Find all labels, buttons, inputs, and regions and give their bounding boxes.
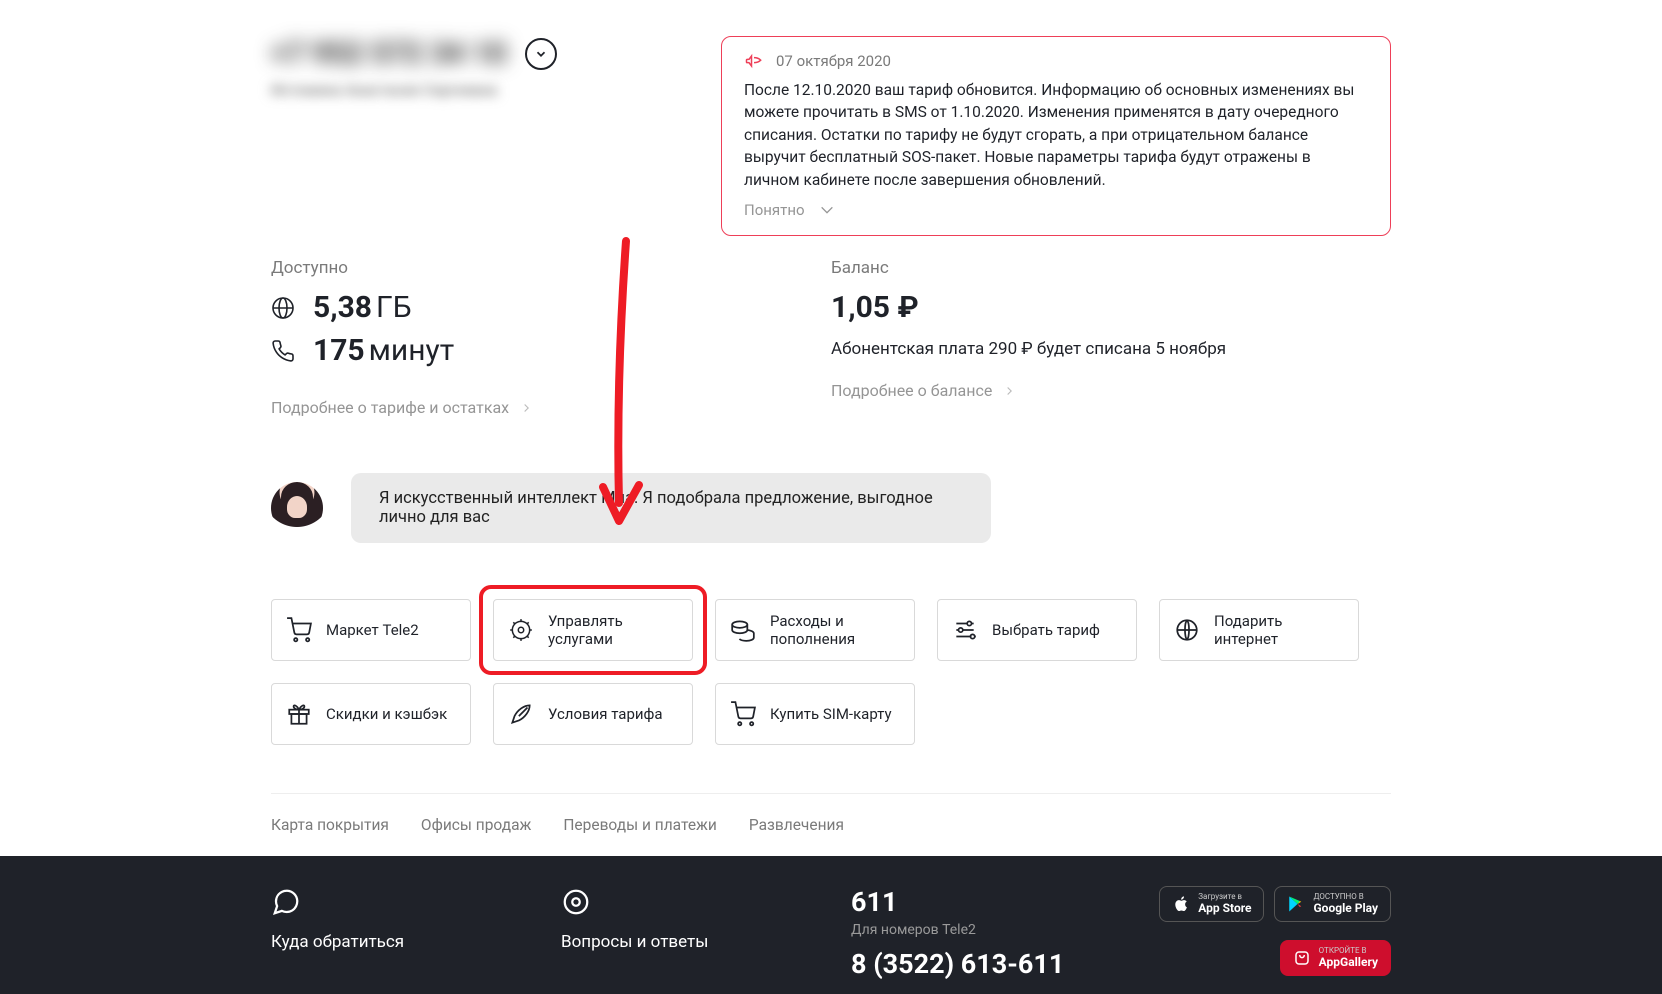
- tile-label: Расходы и пополнения: [770, 612, 900, 648]
- tile-choose-tariff[interactable]: Выбрать тариф: [937, 599, 1137, 661]
- available-label: Доступно: [271, 258, 751, 278]
- balance-fee: Абонентская плата 290 ₽ будет списана 5 …: [831, 339, 1391, 359]
- megaphone-icon: [744, 51, 764, 71]
- footer-link-coverage[interactable]: Карта покрытия: [271, 816, 389, 834]
- data-value: 5,38: [313, 290, 372, 325]
- chevron-down-icon: [819, 204, 835, 216]
- play-icon: [1287, 895, 1305, 913]
- cart-icon: [286, 617, 312, 643]
- wheel-icon: [508, 617, 534, 643]
- footer-link-offices[interactable]: Офисы продаж: [421, 816, 531, 834]
- footer-contact-title[interactable]: Куда обратиться: [271, 932, 541, 952]
- mia-message[interactable]: Я искусственный интеллект Миа. Я подобра…: [351, 473, 991, 543]
- chat-icon: [271, 887, 301, 917]
- gift-globe-icon: [1174, 617, 1200, 643]
- chevron-right-icon: [523, 401, 531, 415]
- appgallery-icon: [1293, 949, 1311, 967]
- balance-label: Баланс: [831, 258, 1391, 278]
- footer-link-fun[interactable]: Развлечения: [749, 816, 844, 834]
- coins-icon: [730, 617, 756, 643]
- cart-icon: [730, 701, 756, 727]
- tile-label: Подарить интернет: [1214, 612, 1344, 648]
- notice-ack-button[interactable]: Понятно: [744, 201, 1368, 219]
- sliders-icon: [952, 617, 978, 643]
- footer-short-number[interactable]: 611: [851, 886, 1121, 918]
- tile-gift-internet[interactable]: Подарить интернет: [1159, 599, 1359, 661]
- feather-icon: [508, 701, 534, 727]
- tariff-update-notice: 07 октября 2020 После 12.10.2020 ваш тар…: [721, 36, 1391, 236]
- phone-dropdown-toggle[interactable]: [525, 38, 557, 70]
- footer-long-number[interactable]: 8 (3522) 613-611: [851, 948, 1121, 980]
- appstore-badge[interactable]: Загрузите вApp Store: [1159, 886, 1264, 922]
- mia-avatar: [271, 482, 323, 534]
- tile-label: Купить SIM-карту: [770, 705, 892, 723]
- tile-tariff-conditions[interactable]: Условия тарифа: [493, 683, 693, 745]
- tile-label: Скидки и кэшбэк: [326, 705, 447, 723]
- minutes-unit: минут: [369, 333, 455, 368]
- minutes-value: 175: [313, 333, 365, 368]
- tariff-details-link[interactable]: Подробнее о тарифе и остатках: [271, 398, 531, 417]
- customer-name: Истомина Анастасия Сергеевна: [271, 81, 661, 99]
- tile-expenses[interactable]: Расходы и пополнения: [715, 599, 915, 661]
- tile-cashback[interactable]: Скидки и кэшбэк: [271, 683, 471, 745]
- tile-label: Условия тарифа: [548, 705, 663, 723]
- notice-body: После 12.10.2020 ваш тариф обновится. Ин…: [744, 79, 1368, 191]
- notice-date: 07 октября 2020: [776, 52, 891, 70]
- chevron-down-icon: [534, 47, 548, 61]
- data-unit: ГБ: [376, 290, 412, 325]
- gift-icon: [286, 701, 312, 727]
- appgallery-badge[interactable]: ОТКРОЙТЕ ВAppGallery: [1280, 940, 1391, 976]
- apple-icon: [1172, 895, 1190, 913]
- tile-label: Выбрать тариф: [992, 621, 1100, 639]
- chevron-right-icon: [1006, 384, 1014, 398]
- tile-manage-services[interactable]: Управлять услугами: [493, 599, 693, 661]
- footer-link-payments[interactable]: Переводы и платежи: [563, 816, 717, 834]
- tile-buy-sim[interactable]: Купить SIM-карту: [715, 683, 915, 745]
- footer-short-sub: Для номеров Tele2: [851, 922, 1121, 938]
- footer-nav: Карта покрытия Офисы продаж Переводы и п…: [271, 793, 1391, 856]
- target-icon: [561, 887, 591, 917]
- googleplay-badge[interactable]: ДОСТУПНО ВGoogle Play: [1274, 886, 1391, 922]
- phone-number: +7 952 572 34 10: [271, 36, 507, 71]
- tile-market[interactable]: Маркет Tele2: [271, 599, 471, 661]
- balance-value: 1,05 ₽: [831, 290, 1391, 325]
- balance-details-link[interactable]: Подробнее о балансе: [831, 381, 1014, 400]
- footer-faq-title[interactable]: Вопросы и ответы: [561, 932, 831, 952]
- phone-icon: [271, 339, 295, 363]
- globe-icon: [271, 296, 295, 320]
- tile-label: Маркет Tele2: [326, 621, 419, 639]
- tile-label: Управлять услугами: [548, 612, 678, 648]
